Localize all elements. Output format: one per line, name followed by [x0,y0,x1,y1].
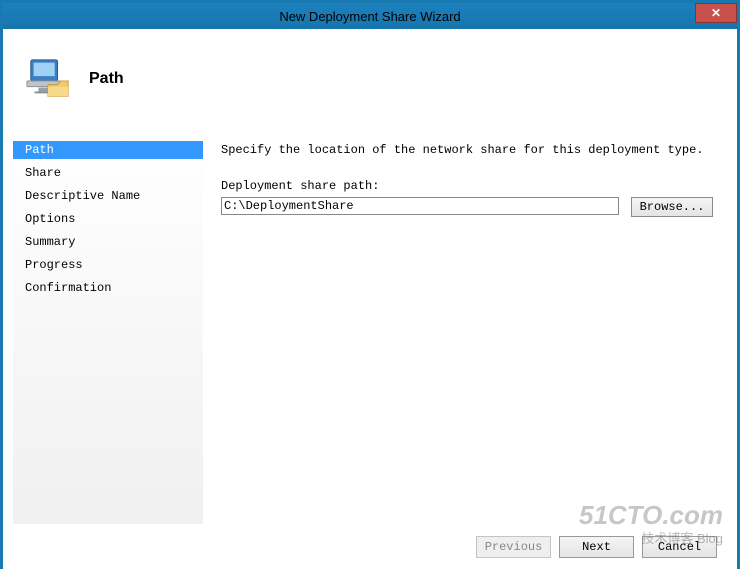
close-icon: ✕ [711,6,721,20]
sidebar-item-summary[interactable]: Summary [13,233,203,251]
path-field-row: Browse... [221,197,719,217]
sidebar-item-descriptive-name[interactable]: Descriptive Name [13,187,203,205]
computer-folder-icon [25,56,71,102]
sidebar-item-options[interactable]: Options [13,210,203,228]
window-title: New Deployment Share Wizard [279,9,460,24]
deployment-path-input[interactable] [221,197,619,215]
page-title: Path [89,70,124,88]
instruction-text: Specify the location of the network shar… [221,143,719,157]
wizard-footer: Previous Next Cancel [3,524,737,569]
titlebar: New Deployment Share Wizard ✕ [3,3,737,29]
wizard-body: Path Path Share Descriptive Name Options… [3,29,737,569]
wizard-sidebar: Path Share Descriptive Name Options Summ… [13,129,203,524]
path-field-label: Deployment share path: [221,179,719,193]
next-button[interactable]: Next [559,536,634,558]
sidebar-item-share[interactable]: Share [13,164,203,182]
previous-button: Previous [476,536,551,558]
sidebar-item-confirmation[interactable]: Confirmation [13,279,203,297]
cancel-button[interactable]: Cancel [642,536,717,558]
window-frame: New Deployment Share Wizard ✕ Path [0,0,740,569]
wizard-header: Path [3,29,737,129]
sidebar-item-progress[interactable]: Progress [13,256,203,274]
sidebar-item-path[interactable]: Path [13,141,203,159]
content-area: Path Share Descriptive Name Options Summ… [3,129,737,524]
close-button[interactable]: ✕ [695,3,737,23]
main-panel: Specify the location of the network shar… [203,129,737,524]
browse-button[interactable]: Browse... [631,197,713,217]
